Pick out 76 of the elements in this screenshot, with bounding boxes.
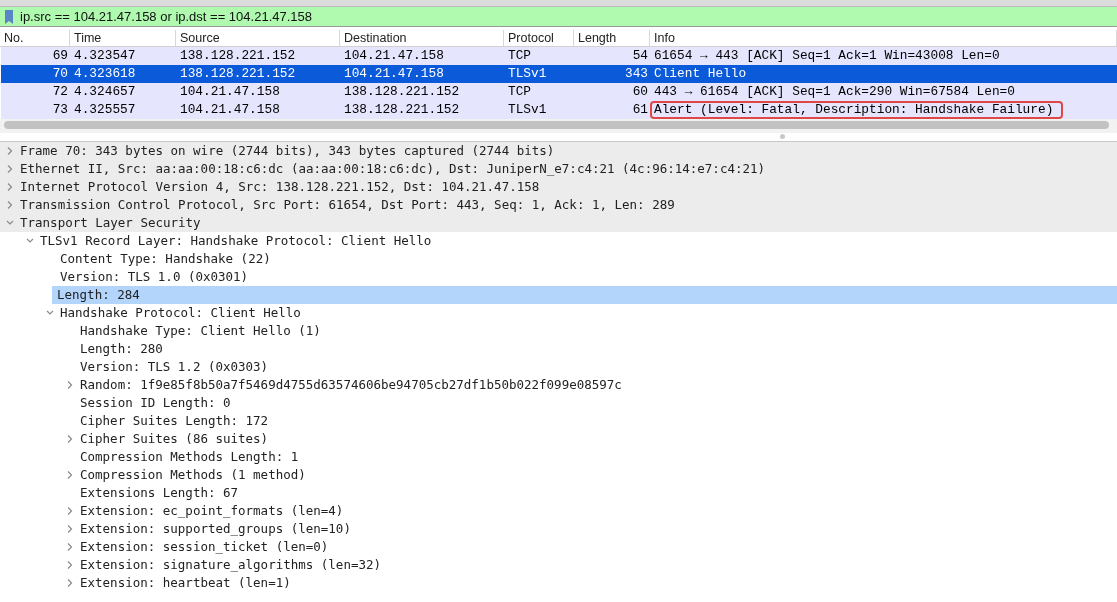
table-cell: 104.21.47.158: [180, 83, 280, 101]
table-cell: 72: [52, 83, 68, 101]
table-cell: 61: [632, 101, 648, 119]
chevron-right-icon[interactable]: [6, 182, 14, 192]
column-header[interactable]: Time: [70, 30, 176, 46]
table-cell: TLSv1: [508, 65, 547, 83]
table-cell: 443 → 61654 [ACK] Seq=1 Ack=290 Win=67584 Len=0: [654, 83, 1015, 101]
column-header[interactable]: Source: [176, 30, 340, 46]
tree-item[interactable]: Cipher Suites Length: 172: [77, 412, 269, 430]
tree-item[interactable]: Version: TLS 1.2 (0x0303): [77, 358, 269, 376]
tree-item[interactable]: Extension: session_ticket (len=0): [77, 538, 329, 556]
chevron-right-icon[interactable]: [66, 506, 74, 516]
column-header[interactable]: Destination: [340, 30, 504, 46]
table-cell: 138.128.221.152: [344, 101, 460, 119]
chevron-right-icon[interactable]: [66, 524, 74, 534]
highlight-annotation: Alert (Level: Fatal, Description: Handshake Failure): [650, 101, 1064, 119]
table-cell: 60: [632, 83, 648, 101]
table-cell: TCP: [508, 47, 532, 65]
chevron-right-icon[interactable]: [66, 470, 74, 480]
tree-item[interactable]: Content Type: Handshake (22): [57, 250, 271, 268]
tree-item[interactable]: Handshake Type: Client Hello (1): [77, 322, 321, 340]
table-cell: 54: [632, 47, 648, 65]
chevron-right-icon[interactable]: [6, 146, 14, 156]
tree-item[interactable]: Version: TLS 1.0 (0x0301): [57, 268, 249, 286]
tree-item[interactable]: Length: 284: [52, 286, 1117, 304]
table-cell: 138.128.221.152: [180, 47, 296, 65]
tree-item[interactable]: Length: 280: [77, 340, 163, 358]
tree-item[interactable]: Extension: supported_groups (len=10): [77, 520, 351, 538]
table-cell: 61654 → 443 [ACK] Seq=1 Ack=1 Win=43008 Len=0: [654, 47, 1000, 65]
table-cell: 104.21.47.158: [344, 47, 444, 65]
tree-item[interactable]: Extension: signature_algorithms (len=32): [77, 556, 382, 574]
tree-item[interactable]: Extension: ec_point_formats (len=4): [77, 502, 344, 520]
tree-item[interactable]: Transport Layer Security: [17, 214, 201, 232]
chevron-right-icon[interactable]: [6, 200, 14, 210]
table-cell: 69: [52, 47, 68, 65]
column-header[interactable]: Info: [650, 30, 1117, 46]
splitter-handle[interactable]: [780, 134, 785, 139]
table-cell: 4.323547: [74, 47, 136, 65]
tree-item[interactable]: Handshake Protocol: Client Hello: [57, 304, 301, 322]
table-cell: 104.21.47.158: [180, 101, 280, 119]
packet-row[interactable]: 69 4.323547 138.128.221.152 104.21.47.158 TCP 54 61654 → 443 [ACK] Seq=1 Ack=1 Win=43008 Len=0: [1, 47, 1117, 65]
chevron-right-icon[interactable]: [6, 164, 14, 174]
chevron-right-icon[interactable]: [66, 560, 74, 570]
table-cell: 4.325557: [74, 101, 136, 119]
table-cell: 343: [624, 65, 648, 83]
table-cell: 104.21.47.158: [344, 65, 444, 83]
chevron-right-icon[interactable]: [66, 578, 74, 588]
tree-item[interactable]: Random: 1f9e85f8b50a7f5469d4755d63574606be94705cb27df1b50b022f099e08597c: [77, 376, 622, 394]
column-header[interactable]: No.: [0, 30, 70, 46]
tree-item[interactable]: Session ID Length: 0: [77, 394, 231, 412]
bookmark-icon[interactable]: [4, 9, 14, 25]
table-cell: 70: [52, 65, 68, 83]
table-cell: 73: [52, 101, 68, 119]
tree-item[interactable]: Extension: heartbeat (len=1): [77, 574, 291, 592]
chevron-right-icon[interactable]: [66, 542, 74, 552]
tree-item[interactable]: Cipher Suites (86 suites): [77, 430, 269, 448]
scrollbar[interactable]: [4, 121, 1109, 129]
column-header[interactable]: Protocol: [504, 30, 574, 46]
table-cell: 138.128.221.152: [180, 65, 296, 83]
table-cell: TLSv1: [508, 101, 547, 119]
table-cell: 4.324657: [74, 83, 136, 101]
table-cell: 138.128.221.152: [344, 83, 460, 101]
packet-row[interactable]: 73 4.325557 104.21.47.158 138.128.221.152 TLSv1 61 Alert (Level: Fatal, Description: Handshake Failure): [1, 101, 1117, 119]
packet-row[interactable]: 70 4.323618 138.128.221.152 104.21.47.158 TLSv1 343 Client Hello: [1, 65, 1117, 83]
tree-item[interactable]: TLSv1 Record Layer: Handshake Protocol: Client Hello: [37, 232, 432, 250]
chevron-right-icon[interactable]: [66, 434, 74, 444]
tree-item[interactable]: Extensions Length: 67: [77, 484, 239, 502]
chevron-right-icon[interactable]: [66, 380, 74, 390]
column-header[interactable]: Length: [574, 30, 650, 46]
display-filter-field[interactable]: ip.src == 104.21.47.158 or ip.dst == 104.21.47.158: [0, 7, 1117, 26]
tree-item[interactable]: Compression Methods (1 method): [77, 466, 306, 484]
tree-item[interactable]: Compression Methods Length: 1: [77, 448, 299, 466]
table-cell: 4.323618: [74, 65, 136, 83]
table-cell: Client Hello: [654, 65, 747, 83]
packet-row[interactable]: 72 4.324657 104.21.47.158 138.128.221.152 TCP 60 443 → 61654 [ACK] Seq=1 Ack=290 Win=67584 Len=0: [1, 83, 1117, 101]
table-cell: TCP: [508, 83, 532, 101]
